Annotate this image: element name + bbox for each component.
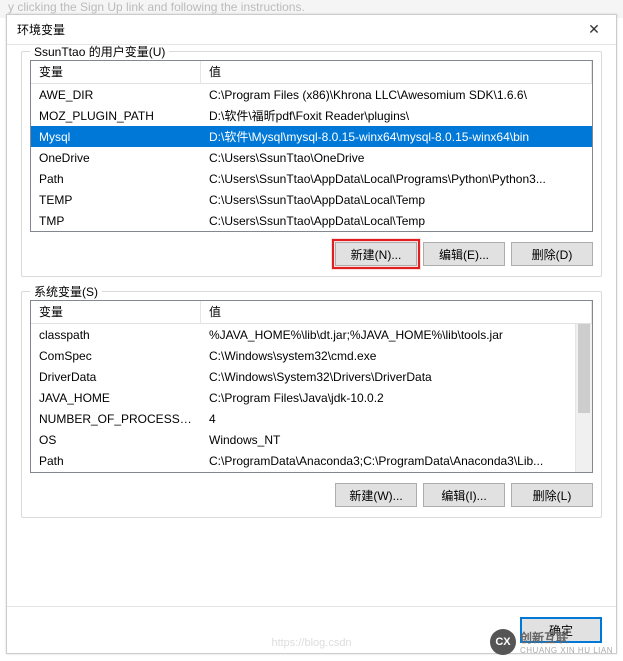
cell-value: Windows_NT: [201, 433, 592, 447]
table-row[interactable]: classpath%JAVA_HOME%\lib\dt.jar;%JAVA_HO…: [31, 324, 592, 345]
cell-variable: Mysql: [31, 130, 201, 144]
delete-user-var-button[interactable]: 删除(D): [511, 242, 593, 266]
ok-button[interactable]: 确定: [520, 617, 602, 643]
cell-variable: JAVA_HOME: [31, 391, 201, 405]
cell-value: C:\Users\SsunTtao\AppData\Local\Programs…: [201, 172, 592, 186]
column-value[interactable]: 值: [201, 301, 592, 323]
table-row[interactable]: PathC:\ProgramData\Anaconda3;C:\ProgramD…: [31, 450, 592, 471]
cell-value: C:\Users\SsunTtao\AppData\Local\Temp: [201, 214, 592, 228]
cell-variable: classpath: [31, 328, 201, 342]
dialog-content: SsunTtao 的用户变量(U) 变量 值 AWE_DIRC:\Program…: [7, 45, 616, 606]
dialog-title: 环境变量: [17, 21, 580, 38]
cell-variable: AWE_DIR: [31, 88, 201, 102]
close-icon[interactable]: ✕: [580, 20, 608, 40]
cell-variable: ComSpec: [31, 349, 201, 363]
table-row[interactable]: MOZ_PLUGIN_PATHD:\软件\福昕pdf\Foxit Reader\…: [31, 105, 592, 126]
cell-variable: Path: [31, 172, 201, 186]
cell-value: C:\Users\SsunTtao\AppData\Local\Temp: [201, 193, 592, 207]
dialog-footer: 确定: [7, 606, 616, 653]
titlebar: 环境变量 ✕: [7, 15, 616, 45]
table-row[interactable]: TMPC:\Users\SsunTtao\AppData\Local\Temp: [31, 210, 592, 231]
user-variables-group: SsunTtao 的用户变量(U) 变量 值 AWE_DIRC:\Program…: [21, 51, 602, 277]
cell-variable: OS: [31, 433, 201, 447]
cell-variable: MOZ_PLUGIN_PATH: [31, 109, 201, 123]
cell-value: C:\Users\SsunTtao\OneDrive: [201, 151, 592, 165]
table-row[interactable]: OneDriveC:\Users\SsunTtao\OneDrive: [31, 147, 592, 168]
system-variables-list[interactable]: 变量 值 classpath%JAVA_HOME%\lib\dt.jar;%JA…: [30, 300, 593, 473]
cell-variable: NUMBER_OF_PROCESSORS: [31, 412, 201, 426]
user-group-label: SsunTtao 的用户变量(U): [30, 45, 169, 60]
table-row[interactable]: JAVA_HOMEC:\Program Files\Java\jdk-10.0.…: [31, 387, 592, 408]
table-row[interactable]: ComSpecC:\Windows\system32\cmd.exe: [31, 345, 592, 366]
cell-value: D:\软件\Mysql\mysql-8.0.15-winx64\mysql-8.…: [201, 128, 592, 145]
table-row[interactable]: NUMBER_OF_PROCESSORS4: [31, 408, 592, 429]
new-user-var-button[interactable]: 新建(N)...: [335, 242, 417, 266]
delete-sys-var-button[interactable]: 删除(L): [511, 483, 593, 507]
table-row[interactable]: OSWindows_NT: [31, 429, 592, 450]
scrollbar-thumb[interactable]: [578, 324, 590, 413]
table-row[interactable]: PathC:\Users\SsunTtao\AppData\Local\Prog…: [31, 168, 592, 189]
user-variables-list[interactable]: 变量 值 AWE_DIRC:\Program Files (x86)\Khron…: [30, 60, 593, 232]
environment-variables-dialog: 环境变量 ✕ SsunTtao 的用户变量(U) 变量 值 AWE_DIRC:\…: [6, 14, 617, 654]
table-row[interactable]: DriverDataC:\Windows\System32\Drivers\Dr…: [31, 366, 592, 387]
cell-value: C:\Program Files (x86)\Khrona LLC\Awesom…: [201, 88, 592, 102]
cell-value: 4: [201, 412, 592, 426]
column-variable[interactable]: 变量: [31, 301, 201, 323]
cell-variable: OneDrive: [31, 151, 201, 165]
system-variables-group: 系统变量(S) 变量 值 classpath%JAVA_HOME%\lib\dt…: [21, 291, 602, 518]
cell-value: D:\软件\福昕pdf\Foxit Reader\plugins\: [201, 107, 592, 124]
new-sys-var-button[interactable]: 新建(W)...: [335, 483, 417, 507]
edit-user-var-button[interactable]: 编辑(E)...: [423, 242, 505, 266]
column-value[interactable]: 值: [201, 61, 592, 83]
list-header: 变量 值: [31, 61, 592, 84]
user-buttons-row: 新建(N)... 编辑(E)... 删除(D): [30, 242, 593, 266]
list-header: 变量 值: [31, 301, 592, 324]
cell-variable: TEMP: [31, 193, 201, 207]
column-variable[interactable]: 变量: [31, 61, 201, 83]
cell-value: C:\Windows\system32\cmd.exe: [201, 349, 592, 363]
system-buttons-row: 新建(W)... 编辑(I)... 删除(L): [30, 483, 593, 507]
table-row[interactable]: MysqlD:\软件\Mysql\mysql-8.0.15-winx64\mys…: [31, 126, 592, 147]
scrollbar[interactable]: [575, 324, 592, 472]
table-row[interactable]: TEMPC:\Users\SsunTtao\AppData\Local\Temp: [31, 189, 592, 210]
cell-value: C:\ProgramData\Anaconda3;C:\ProgramData\…: [201, 454, 592, 468]
table-row[interactable]: AWE_DIRC:\Program Files (x86)\Khrona LLC…: [31, 84, 592, 105]
cell-value: %JAVA_HOME%\lib\dt.jar;%JAVA_HOME%\lib\t…: [201, 328, 592, 342]
cell-variable: TMP: [31, 214, 201, 228]
cell-value: C:\Windows\System32\Drivers\DriverData: [201, 370, 592, 384]
cell-variable: DriverData: [31, 370, 201, 384]
cell-variable: Path: [31, 454, 201, 468]
edit-sys-var-button[interactable]: 编辑(I)...: [423, 483, 505, 507]
system-group-label: 系统变量(S): [30, 283, 102, 300]
cell-value: C:\Program Files\Java\jdk-10.0.2: [201, 391, 592, 405]
